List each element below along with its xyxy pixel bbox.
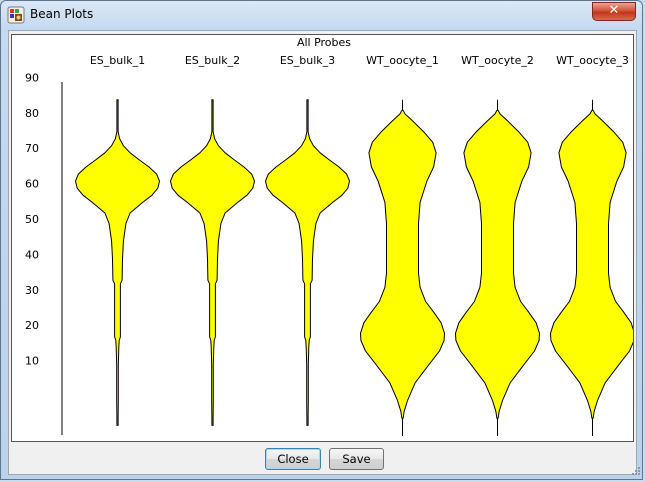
bean-plots-window: Bean Plots ✕ All Probes 10 20 30 40 50 60 70 80 9… — [0, 0, 643, 480]
y-tick-label: 10 — [25, 355, 39, 368]
bean-plot-panel: All Probes 10 20 30 40 50 60 70 80 90 ES_bulk_1 ES_… — [11, 34, 637, 442]
bean-label: ES_bulk_1 — [90, 54, 145, 67]
bean-label: WT_oocyte_3 — [556, 54, 629, 67]
y-tick-label: 60 — [25, 178, 39, 191]
close-icon: ✕ — [608, 3, 620, 18]
y-tick-label: 80 — [25, 107, 39, 120]
y-tick-label: 50 — [25, 213, 39, 226]
bean-label: WT_oocyte_1 — [366, 54, 439, 67]
title-bar[interactable]: Bean Plots ✕ — [1, 1, 644, 29]
window-title: Bean Plots — [30, 7, 94, 21]
y-tick-label: 30 — [25, 284, 39, 297]
save-button[interactable]: Save — [329, 448, 384, 470]
close-button[interactable]: Close — [265, 448, 321, 470]
y-tick-label: 20 — [25, 319, 39, 332]
seqmonk-app-icon — [7, 6, 25, 24]
y-tick-label: 90 — [25, 71, 39, 84]
y-tick-label: 40 — [25, 248, 39, 261]
bean-label: ES_bulk_3 — [280, 54, 335, 67]
dialog-content: All Probes 10 20 30 40 50 60 70 80 90 ES_bulk_1 ES_… — [8, 30, 637, 475]
chart-title: All Probes — [297, 36, 351, 49]
resize-grip-icon[interactable] — [629, 466, 641, 478]
y-tick-label: 70 — [25, 142, 39, 155]
window-close-button[interactable]: ✕ — [592, 2, 636, 21]
bean-label: WT_oocyte_2 — [461, 54, 534, 67]
bean-label: ES_bulk_2 — [185, 54, 240, 67]
bean-plot-chart: All Probes 10 20 30 40 50 60 70 80 90 ES_bulk_1 ES_… — [25, 36, 637, 436]
